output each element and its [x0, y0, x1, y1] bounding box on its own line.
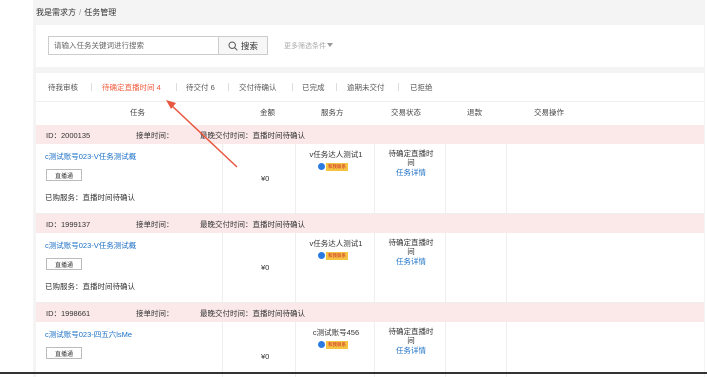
tab-pending-live-time[interactable]: 待确定直播时间 4 [102, 82, 161, 93]
provider-name: v任务达人测试1 [309, 150, 363, 159]
status-text: 待确定直播时 [388, 238, 434, 247]
tab-divider [176, 83, 177, 91]
service-tag: 直播通 [46, 258, 82, 270]
order-body: c测试账号023-V任务测试概 直播通 已购服务：直播时间待确认 ¥0 v任务达… [36, 233, 704, 303]
trade-status: 待确定直播时间任务详情 [376, 327, 446, 355]
order-id: ID：1998661 [46, 309, 91, 318]
column-header-provider: 服务方 [321, 108, 344, 117]
search-panel: 请输入任务关键词进行搜索 搜索 更多筛选条件 [36, 25, 704, 67]
service-tag: 直播通 [46, 347, 82, 359]
tab-delivery-confirm[interactable]: 交付待确认 [239, 82, 277, 93]
column-divider [506, 322, 507, 377]
contact-button[interactable]: 和我联系 [318, 162, 348, 171]
provider-name: c测试账号456 [312, 328, 360, 337]
search-input[interactable]: 请输入任务关键词进行搜索 [48, 36, 218, 55]
order-header: ID：1998661 接单时间： 最晚交付时间：直播时间待确认 [36, 303, 704, 322]
order-body: c测试账号023-V任务测试概 直播通 已购服务：直播时间待确认 ¥0 v任务达… [36, 144, 704, 214]
deadline: 最晚交付时间：直播时间待确认 [200, 220, 305, 229]
tab-rejected[interactable]: 已拒绝 [410, 82, 433, 93]
amount-value: ¥0 [261, 263, 270, 272]
search-button-label: 搜索 [240, 40, 258, 51]
trade-status: 待确定直播时间任务详情 [376, 149, 446, 177]
column-header-refund: 退款 [467, 108, 482, 117]
tab-divider [91, 83, 92, 91]
contact-label: 和我联系 [326, 340, 348, 349]
chat-icon [318, 341, 325, 348]
tab-divider [228, 83, 229, 91]
task-link[interactable]: c测试账号023-V任务测试概 [45, 151, 136, 162]
breadcrumb-current: 任务管理 [84, 8, 117, 17]
task-link[interactable]: c测试账号023-V任务测试概 [45, 240, 136, 251]
tab-divider [336, 83, 337, 91]
status-text-wrap: 间 [407, 336, 415, 345]
tab-pending-delivery[interactable]: 待交付 6 [186, 82, 215, 93]
amount-value: ¥0 [261, 174, 270, 183]
order-header: ID：2000135 接单时间： 最晚交付时间：直播时间待确认 [36, 125, 704, 144]
accept-time: 接单时间： [136, 309, 174, 318]
service-tag: 直播通 [46, 169, 82, 181]
order-id: ID：2000135 [46, 131, 91, 140]
tab-pending-review[interactable]: 待我审核 [48, 82, 78, 93]
breadcrumb: 我是需求方 / 任务管理 [36, 7, 116, 18]
breadcrumb-root[interactable]: 我是需求方 [36, 8, 76, 17]
status-text: 待确定直播时 [388, 149, 434, 158]
chat-icon [318, 252, 325, 259]
search-icon [228, 40, 238, 51]
bought-service: 已购服务：直播时间待确认 [45, 193, 135, 202]
contact-label: 和我联系 [326, 251, 348, 260]
order-header: ID：1999137 接单时间： 最晚交付时间：直播时间待确认 [36, 214, 704, 233]
bought-service: 已购服务：直播时间待确认 [45, 282, 135, 291]
accept-time: 接单时间： [136, 220, 174, 229]
status-tabs: 待我审核 待确定直播时间 4 待交付 6 交付待确认 已完成 逾期未交付 已拒绝 [36, 73, 704, 101]
amount-value: ¥0 [261, 352, 270, 361]
tab-overdue[interactable]: 逾期未交付 [347, 82, 385, 93]
task-detail-link[interactable]: 任务详情 [376, 346, 446, 355]
contact-button[interactable]: 和我联系 [318, 251, 348, 260]
column-divider [506, 233, 507, 303]
column-header-task: 任务 [130, 108, 145, 117]
trade-status: 待确定直播时间任务详情 [376, 238, 446, 266]
accept-time: 接单时间： [136, 131, 174, 140]
column-divider [222, 144, 223, 214]
breadcrumb-separator: / [79, 8, 82, 17]
chat-icon [318, 163, 325, 170]
contact-label: 和我联系 [326, 162, 348, 171]
search-button[interactable]: 搜索 [218, 36, 268, 55]
bottom-divider [0, 372, 707, 374]
column-divider [222, 322, 223, 377]
chevron-down-icon [327, 43, 333, 47]
order-id: ID：1999137 [46, 220, 91, 229]
status-text-wrap: 间 [407, 158, 415, 167]
deadline: 最晚交付时间：直播时间待确认 [200, 131, 305, 140]
deadline: 最晚交付时间：直播时间待确认 [200, 309, 305, 318]
task-link[interactable]: c测试账号023-四五六lsMe [45, 329, 132, 340]
column-divider [506, 144, 507, 214]
table-header: 任务 金额 服务方 交易状态 退款 交易操作 [36, 101, 704, 121]
order-body: c测试账号023-四五六lsMe 直播通 ¥0 c测试账号456 和我联系 待确… [36, 322, 704, 377]
tab-divider [292, 83, 293, 91]
more-filters-label: 更多筛选条件 [284, 43, 326, 50]
more-filters-toggle[interactable]: 更多筛选条件 [284, 41, 333, 51]
tab-completed[interactable]: 已完成 [302, 82, 325, 93]
status-text-wrap: 间 [407, 247, 415, 256]
column-header-actions: 交易操作 [534, 108, 564, 117]
provider-name: v任务达人测试1 [309, 239, 363, 248]
task-panel: 待我审核 待确定直播时间 4 待交付 6 交付待确认 已完成 逾期未交付 已拒绝… [36, 73, 704, 377]
task-detail-link[interactable]: 任务详情 [376, 168, 446, 177]
column-divider [222, 233, 223, 303]
contact-button[interactable]: 和我联系 [318, 340, 348, 349]
tab-divider [398, 83, 399, 91]
status-text: 待确定直播时 [388, 327, 434, 336]
task-detail-link[interactable]: 任务详情 [376, 257, 446, 266]
column-header-status: 交易状态 [391, 108, 421, 117]
column-header-amount: 金额 [260, 108, 275, 117]
